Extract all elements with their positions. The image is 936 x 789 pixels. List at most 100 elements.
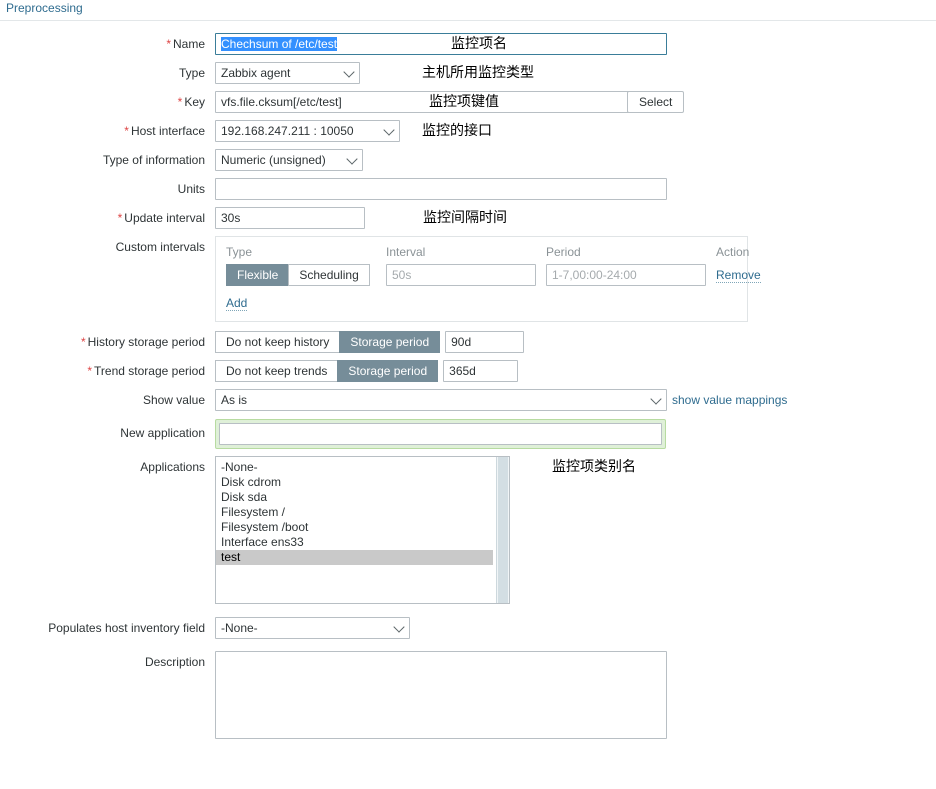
description-field-group [215,651,667,739]
key-input-value: vfs.file.cksum[/etc/test] [221,95,342,109]
history-storage-period-input[interactable] [445,331,525,353]
applications-field-group: -None- Disk cdrom Disk sda Filesystem / … [215,456,636,604]
form-row-applications: Applications -None- Disk cdrom Disk sda … [0,456,936,604]
list-item[interactable]: Filesystem / [216,505,509,520]
required-marker: * [177,95,183,109]
trend-option-do-not-keep[interactable]: Do not keep trends [215,360,338,382]
interval-type-option-scheduling[interactable]: Scheduling [288,264,370,286]
show-value-select-value: As is [221,393,248,407]
form-row-description: Description [0,651,936,739]
custom-interval-remove-link[interactable]: Remove [716,268,761,283]
list-item-selected[interactable]: test [216,550,493,565]
type-of-information-label: Type of information [102,153,205,167]
custom-intervals-header: Type Interval Period Action [226,245,749,259]
description-label: Description [144,655,205,669]
column-header-action: Action [716,245,750,259]
trend-storage-period-input[interactable] [443,360,519,382]
required-marker: * [124,124,129,138]
custom-interval-period-cell [546,264,716,286]
form-row-history-storage-period: * History storage period Do not keep hist… [0,331,936,353]
trend-option-storage-period[interactable]: Storage period [337,360,439,382]
units-input[interactable] [215,178,667,200]
applications-scrollbar[interactable] [496,457,509,603]
new-application-field-group [215,419,666,449]
history-option-storage-period[interactable]: Storage period [339,331,441,353]
new-application-highlight [215,419,666,449]
history-storage-period-label-text: History storage period [87,335,205,349]
host-interface-field-group: 192.168.247.211 : 10050 监控的接口 [215,120,492,142]
update-interval-annotation: 监控间隔时间 [423,210,507,226]
form-row-trend-storage-period: * Trend storage period Do not keep trends… [0,360,936,382]
show-value-field-group: As is show value mappings [215,389,787,411]
show-value-select[interactable]: As is [215,389,667,411]
update-interval-label-text: Update interval [124,211,205,225]
chevron-down-icon [650,393,662,405]
name-label-text: Name [172,37,205,51]
type-select[interactable]: Zabbix agent [215,62,360,84]
name-input[interactable]: Chechsum of /etc/test [215,33,667,55]
form-row-name: * Name Chechsum of /etc/test 监控项名 [0,33,936,55]
column-header-type: Type [226,245,253,259]
form-row-type-of-information: Type of information Numeric (unsigned) [0,149,936,171]
applications-listbox[interactable]: -None- Disk cdrom Disk sda Filesystem / … [215,456,510,604]
update-interval-field-group: 监控间隔时间 [215,207,507,229]
interval-type-segmented-control: Flexible Scheduling [226,264,386,286]
form-row-host-interface: * Host interface 192.168.247.211 : 10050 … [0,120,936,142]
interval-type-option-flexible[interactable]: Flexible [226,264,289,286]
required-marker: * [117,211,123,225]
host-inventory-field-select-value: -None- [221,621,258,635]
host-inventory-field-group: -None- [215,617,410,639]
history-storage-period-field-group: Do not keep history Storage period [215,331,525,353]
item-configuration-form: * Name Chechsum of /etc/test 监控项名 Type Za… [0,21,936,739]
units-label: Units [177,182,205,196]
list-item[interactable]: Interface ens33 [216,535,509,550]
history-storage-segmented-control: Do not keep history Storage period [215,331,441,353]
name-label: * Name [0,33,215,55]
custom-intervals-panel: Type Interval Period Action Flexible Sch… [215,236,761,322]
host-interface-select-value: 192.168.247.211 : 10050 [221,124,354,138]
name-field-group: Chechsum of /etc/test 监控项名 [215,33,667,55]
host-inventory-field-label: Populates host inventory field [48,621,205,635]
key-label-text: Key [184,95,205,109]
custom-interval-period-input[interactable] [546,264,706,286]
form-row-host-inventory-field: Populates host inventory field -None- [0,617,936,639]
host-inventory-field-select[interactable]: -None- [215,617,410,639]
type-of-information-select-value: Numeric (unsigned) [221,153,326,167]
trend-storage-period-field-group: Do not keep trends Storage period [215,360,519,382]
key-select-button[interactable]: Select [627,91,685,113]
update-interval-input[interactable] [215,207,365,229]
tab-preprocessing[interactable]: Preprocessing [6,1,83,15]
custom-intervals-label: Custom intervals [115,240,205,254]
form-row-custom-intervals: Custom intervals Type Interval Period Ac… [0,236,936,322]
host-interface-annotation: 监控的接口 [422,123,492,139]
form-row-new-application: New application [0,419,936,449]
host-interface-select[interactable]: 192.168.247.211 : 10050 [215,120,400,142]
custom-intervals-add-link[interactable]: Add [226,296,248,311]
show-value-mappings-link[interactable]: show value mappings [672,393,787,407]
history-option-do-not-keep[interactable]: Do not keep history [215,331,340,353]
trend-storage-segmented-control: Do not keep trends Storage period [215,360,439,382]
custom-interval-action-cell: Remove [716,268,776,283]
type-field-group: Zabbix agent 主机所用监控类型 [215,62,534,84]
show-value-label: Show value [142,393,205,407]
custom-intervals-add-wrap: Add [226,296,737,311]
required-marker: * [87,364,93,378]
description-textarea[interactable] [215,651,667,739]
required-marker: * [80,335,86,349]
scrollbar-thumb[interactable] [498,457,508,603]
custom-interval-interval-cell [386,264,546,286]
list-item[interactable]: Disk sda [216,490,509,505]
chevron-down-icon [346,153,358,165]
applications-annotation: 监控项类别名 [552,459,636,475]
chevron-down-icon [393,621,405,633]
form-row-key: * Key vfs.file.cksum[/etc/test] 监控项键值 Sel… [0,91,936,113]
type-of-information-select[interactable]: Numeric (unsigned) [215,149,363,171]
list-item[interactable]: Filesystem /boot [216,520,509,535]
name-input-value: Chechsum of /etc/test [221,37,338,51]
new-application-input[interactable] [219,423,662,445]
list-item[interactable]: Disk cdrom [216,475,509,490]
custom-interval-interval-input[interactable] [386,264,536,286]
list-item[interactable]: -None- [216,460,509,475]
trend-storage-period-label-text: Trend storage period [94,364,205,378]
custom-interval-type-toggle: Flexible Scheduling [226,264,386,286]
